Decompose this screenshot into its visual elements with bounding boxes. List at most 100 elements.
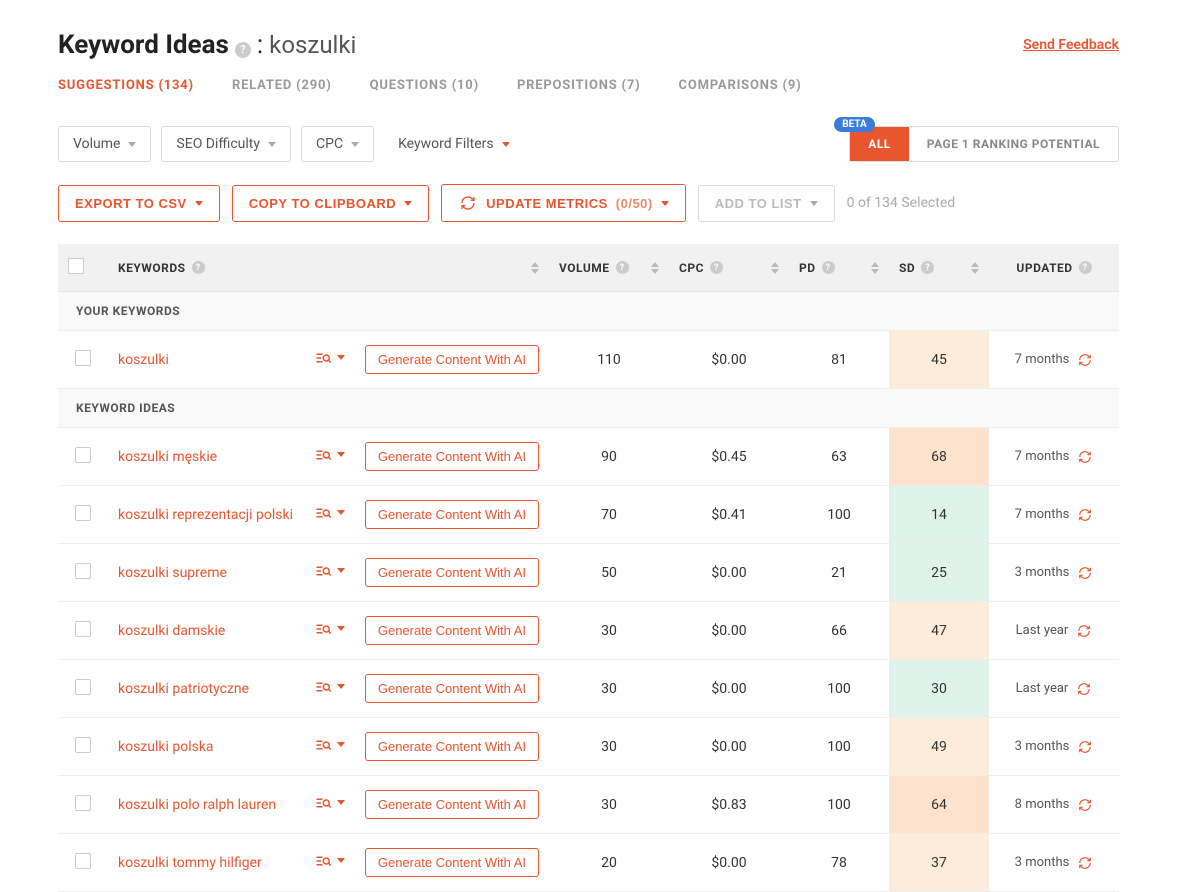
row-checkbox[interactable] [75, 447, 91, 463]
tab-related[interactable]: RELATED (290) [232, 78, 332, 103]
volume-value: 30 [549, 776, 669, 834]
keyword-filters[interactable]: Keyword Filters [384, 127, 524, 161]
sort-sd[interactable] [971, 262, 979, 274]
seo-difficulty-filter[interactable]: SEO Difficulty [161, 126, 291, 162]
generate-content-button[interactable]: Generate Content With AI [365, 345, 539, 374]
refresh-icon [1077, 353, 1093, 367]
refresh-row-button[interactable] [1076, 624, 1092, 638]
pd-value: 21 [789, 544, 889, 602]
tab-questions[interactable]: QUESTIONS (10) [370, 78, 479, 103]
page-title: Keyword Ideas [58, 30, 229, 60]
volume-filter[interactable]: Volume [58, 126, 151, 162]
keyword-link[interactable]: koszulki polo ralph lauren [108, 776, 305, 834]
cpc-value: $0.45 [669, 428, 789, 486]
generate-content-button[interactable]: Generate Content With AI [365, 616, 539, 645]
cpc-value: $0.00 [669, 718, 789, 776]
refresh-row-button[interactable] [1077, 508, 1093, 522]
help-icon[interactable]: ? [1079, 261, 1092, 274]
refresh-row-button[interactable] [1077, 566, 1093, 580]
row-checkbox[interactable] [75, 621, 91, 637]
keyword-action-icon[interactable] [315, 854, 345, 868]
row-checkbox[interactable] [75, 679, 91, 695]
sort-keywords[interactable] [531, 262, 539, 274]
chevron-down-icon [404, 201, 412, 206]
tab-comparisons[interactable]: COMPARISONS (9) [679, 78, 802, 103]
update-metrics-button[interactable]: UPDATE METRICS (0/50) [441, 184, 686, 222]
pd-value: 66 [789, 602, 889, 660]
keyword-link[interactable]: koszulki patriotyczne [108, 660, 305, 718]
export-csv-button[interactable]: EXPORT TO CSV [58, 185, 220, 222]
keyword-action-icon[interactable] [315, 506, 345, 520]
help-icon[interactable]: ? [822, 261, 835, 274]
table-row: koszulki męskieGenerate Content With AI9… [58, 428, 1119, 486]
generate-content-button[interactable]: Generate Content With AI [365, 442, 539, 471]
keyword-action-icon[interactable] [315, 680, 345, 694]
sd-value: 47 [889, 602, 989, 660]
keyword-term: koszulki [269, 31, 356, 59]
keyword-action-icon[interactable] [315, 351, 345, 365]
row-checkbox[interactable] [75, 563, 91, 579]
cpc-filter[interactable]: CPC [301, 126, 374, 162]
help-icon[interactable]: ? [921, 261, 934, 274]
chevron-down-icon [268, 142, 276, 147]
help-icon[interactable]: ? [235, 42, 251, 58]
generate-content-button[interactable]: Generate Content With AI [365, 732, 539, 761]
updated-value: 7 months [989, 428, 1119, 486]
sort-cpc[interactable] [771, 262, 779, 274]
table-row: koszulkiGenerate Content With AI110$0.00… [58, 331, 1119, 389]
refresh-row-button[interactable] [1077, 856, 1093, 870]
row-checkbox[interactable] [75, 350, 91, 366]
refresh-row-button[interactable] [1077, 740, 1093, 754]
help-icon[interactable]: ? [616, 261, 629, 274]
volume-value: 30 [549, 602, 669, 660]
copy-clipboard-button[interactable]: COPY TO CLIPBOARD [232, 185, 429, 222]
refresh-row-button[interactable] [1077, 353, 1093, 367]
refresh-row-button[interactable] [1077, 798, 1093, 812]
keyword-link[interactable]: koszulki polska [108, 718, 305, 776]
sd-value: 49 [889, 718, 989, 776]
refresh-row-button[interactable] [1076, 682, 1092, 696]
refresh-icon [1077, 798, 1093, 812]
cpc-value: $0.83 [669, 776, 789, 834]
row-checkbox[interactable] [75, 853, 91, 869]
generate-content-button[interactable]: Generate Content With AI [365, 674, 539, 703]
sort-volume[interactable] [651, 262, 659, 274]
row-checkbox[interactable] [75, 795, 91, 811]
generate-content-button[interactable]: Generate Content With AI [365, 790, 539, 819]
row-checkbox[interactable] [75, 505, 91, 521]
keyword-action-icon[interactable] [315, 448, 345, 462]
send-feedback-link[interactable]: Send Feedback [1023, 37, 1119, 53]
refresh-icon [1077, 508, 1093, 522]
tabs: SUGGESTIONS (134) RELATED (290) QUESTIONS … [58, 78, 1119, 104]
cpc-value: $0.00 [669, 544, 789, 602]
generate-content-button[interactable]: Generate Content With AI [365, 500, 539, 529]
keyword-link[interactable]: koszulki reprezentacji polski [108, 486, 305, 544]
volume-value: 70 [549, 486, 669, 544]
keyword-action-icon[interactable] [315, 738, 345, 752]
keyword-action-icon[interactable] [315, 564, 345, 578]
help-icon[interactable]: ? [710, 261, 723, 274]
row-checkbox[interactable] [75, 737, 91, 753]
keyword-link[interactable]: koszulki supreme [108, 544, 305, 602]
sort-pd[interactable] [871, 262, 879, 274]
keyword-link[interactable]: koszulki męskie [108, 428, 305, 486]
section-header: YOUR KEYWORDS [58, 292, 1119, 331]
beta-badge: BETA [834, 117, 875, 132]
table-row: koszulki polo ralph lauren Generate Conte… [58, 776, 1119, 834]
keyword-action-icon[interactable] [315, 796, 345, 810]
generate-content-button[interactable]: Generate Content With AI [365, 558, 539, 587]
select-all-checkbox[interactable] [68, 258, 84, 274]
chevron-down-icon [195, 201, 203, 206]
refresh-row-button[interactable] [1077, 450, 1093, 464]
generate-content-button[interactable]: Generate Content With AI [365, 848, 539, 877]
help-icon[interactable]: ? [192, 261, 205, 274]
keyword-link[interactable]: koszulki damskie [108, 602, 305, 660]
keyword-link[interactable]: koszulki [108, 331, 305, 389]
tab-suggestions[interactable]: SUGGESTIONS (134) [58, 78, 194, 103]
toggle-all[interactable]: ALL [850, 127, 909, 161]
keyword-action-icon[interactable] [315, 622, 345, 636]
toggle-page1[interactable]: PAGE 1 RANKING POTENTIAL [909, 127, 1118, 161]
tab-prepositions[interactable]: PREPOSITIONS (7) [517, 78, 641, 103]
keyword-link[interactable]: koszulki tommy hilfiger [108, 834, 305, 892]
add-to-list-button[interactable]: ADD TO LIST [698, 185, 835, 222]
